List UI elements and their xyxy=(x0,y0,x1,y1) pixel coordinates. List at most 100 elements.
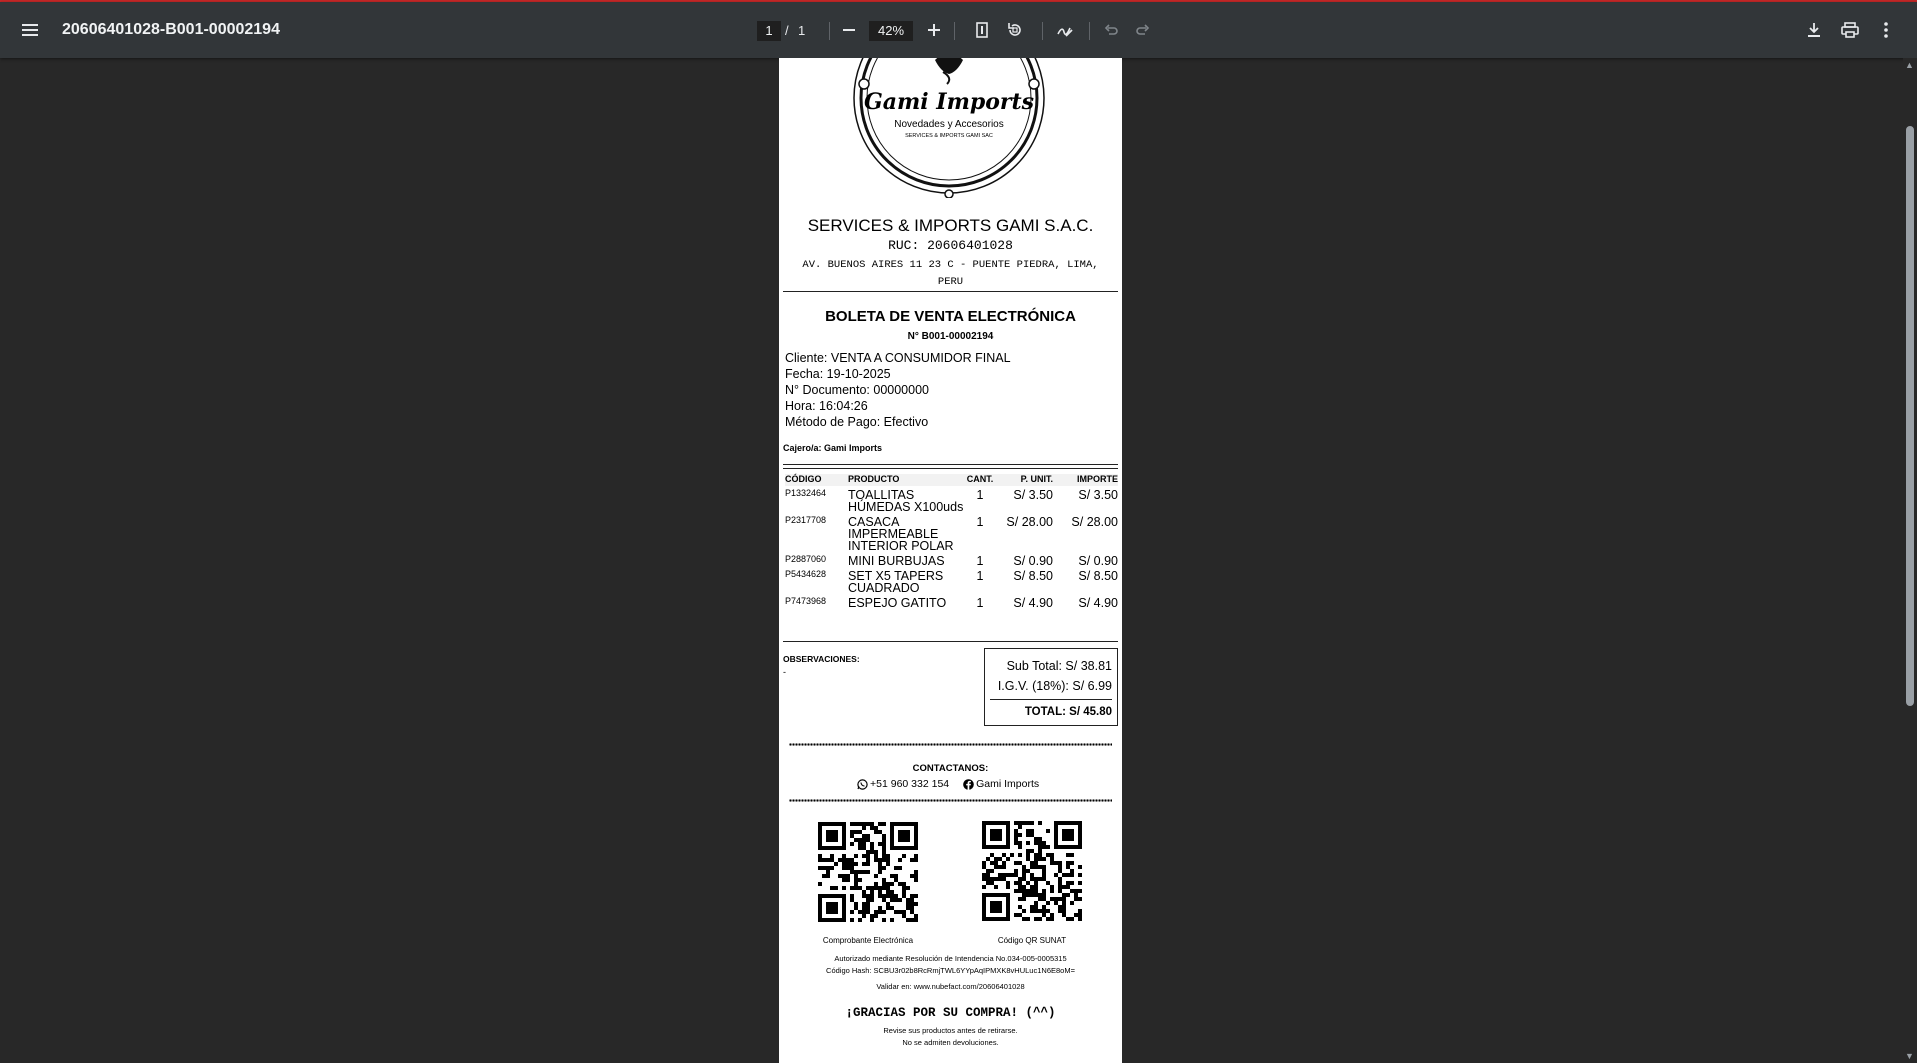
date-line: Fecha: 19-10-2025 xyxy=(785,367,891,381)
document-id-line: N° Documento: 00000000 xyxy=(785,383,929,397)
validate-text[interactable]: Validar en: www.nubefact.com/20606401028 xyxy=(779,982,1122,991)
header-unit-price: P. UNIT. xyxy=(1020,474,1053,484)
divider xyxy=(783,641,1118,642)
divider xyxy=(783,464,1118,465)
note-check-products: Revise sus productos antes de retirarse. xyxy=(883,1026,1018,1035)
item-code: P2887060 xyxy=(785,554,827,564)
header-product: PRODUCTO xyxy=(848,474,900,484)
contact-row: +51 960 332 154 Gami Imports xyxy=(857,778,1039,790)
logo-small-text: SERVICES & IMPORTS GAMI SAC xyxy=(905,133,993,139)
items-table: CÓDIGO PRODUCTO CANT. P. UNIT. IMPORTE P… xyxy=(785,474,1118,609)
zoom-input[interactable]: 42% xyxy=(869,21,913,41)
qr-left-label: Comprobante Electrónica xyxy=(822,936,914,945)
item-product: MINI BURBUJAS xyxy=(848,554,945,568)
header-qty: CANT. xyxy=(966,474,994,484)
annotate-icon[interactable] xyxy=(1050,15,1080,45)
item-code: P5434628 xyxy=(785,569,827,579)
rotate-icon[interactable] xyxy=(1000,15,1030,45)
facebook-handle[interactable]: Gami Imports xyxy=(976,778,1039,790)
client-info: Cliente: VENTA A CONSUMIDOR FINAL Fecha:… xyxy=(785,350,1011,430)
toolbar-divider xyxy=(1089,22,1090,40)
zoom-out-icon[interactable] xyxy=(834,15,864,45)
cashier-line: Cajero/a: Gami Imports xyxy=(783,443,883,453)
item-qty: 1 xyxy=(976,596,984,610)
scrollbar-thumb[interactable] xyxy=(1906,126,1914,706)
table-row: P2887060 MINI BURBUJAS 1 S/ 0.90 S/ 0.90 xyxy=(785,552,1118,567)
print-icon[interactable] xyxy=(1835,15,1865,45)
toolbar-divider xyxy=(1042,22,1043,40)
qr-right-label: Código QR SUNAT xyxy=(997,936,1067,945)
facebook-icon xyxy=(963,778,974,790)
fit-page-icon[interactable] xyxy=(967,15,997,45)
document-type: BOLETA DE VENTA ELECTRÓNICA xyxy=(825,308,1076,325)
payment-method-line: Método de Pago: Efectivo xyxy=(785,415,929,429)
divider xyxy=(990,699,1112,700)
total: TOTAL: S/ 45.80 xyxy=(1024,706,1112,718)
table-header-row: CÓDIGO PRODUCTO CANT. P. UNIT. IMPORTE xyxy=(785,474,1118,486)
logo-tagline: Novedades y Accesorios xyxy=(894,119,1004,130)
download-icon[interactable] xyxy=(1799,15,1829,45)
page-number-input[interactable]: 1 xyxy=(757,21,781,41)
scroll-down-icon[interactable]: ▼ xyxy=(1905,1051,1914,1061)
item-amount: S/ 8.50 xyxy=(1078,569,1118,583)
item-qty: 1 xyxy=(976,569,984,583)
item-unit-price: S/ 28.00 xyxy=(1006,515,1053,529)
authorization-text: Autorizado mediante Resolución de Intend… xyxy=(834,954,1067,963)
item-code: P2317708 xyxy=(785,515,827,525)
subtotal: Sub Total: S/ 38.81 xyxy=(1006,659,1112,673)
dotted-divider xyxy=(789,798,1112,803)
item-qty: 1 xyxy=(976,554,984,568)
totals-box: Sub Total: S/ 38.81 I.G.V. (18%): S/ 6.9… xyxy=(984,648,1118,726)
vertical-scrollbar[interactable]: ▲ ▼ xyxy=(1903,58,1917,1063)
qr-code-electronic xyxy=(818,822,918,922)
item-product: CASACA IMPERMEABLE INTERIOR POLAR xyxy=(848,515,954,553)
observations-label: OBSERVACIONES: xyxy=(783,654,860,664)
page-separator: / xyxy=(785,23,789,38)
phone-number[interactable]: +51 960 332 154 xyxy=(870,778,949,790)
item-product: ESPEJO GATITO xyxy=(848,596,947,610)
scroll-up-icon[interactable]: ▲ xyxy=(1905,60,1914,70)
pdf-page: Gami Imports Novedades y Accesorios SERV… xyxy=(779,58,1122,1063)
item-code: P7473968 xyxy=(785,596,827,606)
undo-icon[interactable] xyxy=(1096,15,1126,45)
header-amount: IMPORTE xyxy=(1076,474,1118,484)
toolbar-divider xyxy=(829,22,830,40)
time-line: Hora: 16:04:26 xyxy=(785,399,868,413)
note-no-returns: No se admiten devoluciones. xyxy=(902,1038,999,1047)
table-row: P5434628 SET X5 TAPERS CUADRADO 1 S/ 8.50 S/… xyxy=(785,567,1118,594)
item-unit-price: S/ 3.50 xyxy=(1013,488,1053,502)
thanks-message: ¡GRACIAS POR SU COMPRA! (^^) xyxy=(845,1006,1056,1020)
item-amount: S/ 28.00 xyxy=(1071,515,1118,529)
divider xyxy=(783,291,1118,292)
table-row: P7473968 ESPEJO GATITO 1 S/ 4.90 S/ 4.90 xyxy=(785,594,1118,609)
observations-value: - xyxy=(783,667,786,677)
qr-code-sunat xyxy=(982,821,1082,921)
hash-text: Código Hash: SCBU3r02b8RcRmjTWL6YYpAqIPM… xyxy=(826,966,1075,975)
company-name: SERVICES & IMPORTS GAMI S.A.C. xyxy=(807,216,1094,235)
item-amount: S/ 4.90 xyxy=(1078,596,1118,610)
toolbar-divider xyxy=(954,22,955,40)
divider xyxy=(783,468,1118,469)
redo-icon[interactable] xyxy=(1128,15,1158,45)
contact-label: CONTACTANOS: xyxy=(912,763,989,774)
item-amount: S/ 3.50 xyxy=(1078,488,1118,502)
item-unit-price: S/ 4.90 xyxy=(1013,596,1053,610)
item-code: P1332464 xyxy=(785,488,827,498)
item-amount: S/ 0.90 xyxy=(1078,554,1118,568)
item-qty: 1 xyxy=(976,488,984,502)
company-ruc: RUC: 20606401028 xyxy=(888,238,1013,253)
header-code: CÓDIGO xyxy=(785,474,822,484)
document-title: 20606401028-B001-00002194 xyxy=(62,21,280,38)
item-product: TOALLITAS HÚMEDAS X100uds xyxy=(848,488,964,514)
whatsapp-icon xyxy=(857,778,868,790)
client-line: Cliente: VENTA A CONSUMIDOR FINAL xyxy=(785,351,1011,365)
more-icon[interactable] xyxy=(1871,15,1901,45)
page-total: 1 xyxy=(798,23,806,38)
item-unit-price: S/ 8.50 xyxy=(1013,569,1053,583)
dotted-divider xyxy=(789,742,1112,747)
zoom-in-icon[interactable] xyxy=(919,15,949,45)
company-address: AV. BUENOS AIRES 11 23 C - PUENTE PIEDRA… xyxy=(802,259,1099,288)
table-row: P2317708 CASACA IMPERMEABLE INTERIOR POLA… xyxy=(785,513,1118,552)
table-row: P1332464 TOALLITAS HÚMEDAS X100uds 1 S/ 3.5… xyxy=(785,486,1118,513)
menu-icon[interactable] xyxy=(15,15,45,45)
